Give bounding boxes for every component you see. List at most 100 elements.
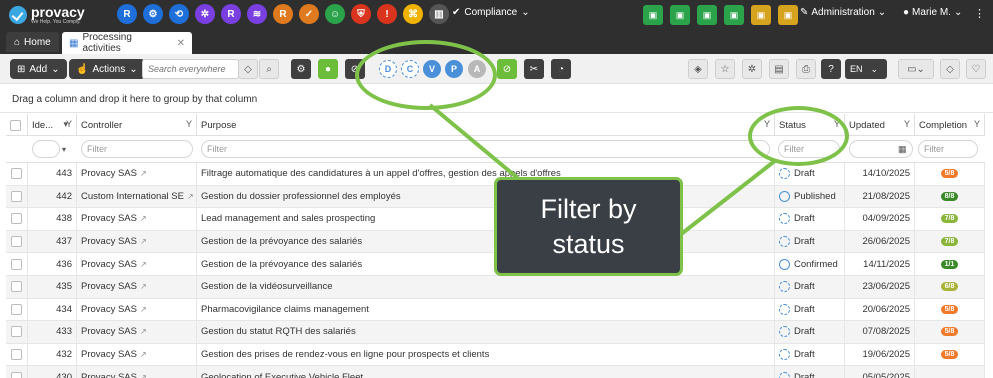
person-filter-icon[interactable]: ● [318,59,338,79]
group-drop-zone[interactable]: Drag a column and drop it here to group … [0,85,993,113]
gear-icon[interactable]: ✲ [195,4,215,24]
eraser-icon[interactable]: ◇ [940,59,960,79]
close-icon[interactable]: ✕ [177,38,185,49]
add-button[interactable]: ⊞ Add ⌄ [10,59,67,79]
tools-icon[interactable]: ▣ [778,5,798,25]
alert-icon[interactable]: ! [377,4,397,24]
status-filter-draft[interactable]: D [379,60,397,78]
block-icon[interactable]: ⊘ [497,59,517,79]
person-shield-icon[interactable]: ☺ [325,4,345,24]
share-icon[interactable]: ⟲ [169,4,189,24]
column-header-updated[interactable]: Updated Y [845,114,915,136]
status-filter-archived[interactable]: A [468,60,486,78]
columns-icon[interactable]: ▭⌄ [898,59,934,79]
cell-purpose[interactable]: Gestion de la vidéosurveillance [197,275,775,298]
registry-r2-icon[interactable]: R [221,4,241,24]
column-header-status[interactable]: Status Y [775,114,845,136]
cog-icon[interactable]: ✲ [742,59,762,79]
tab-home[interactable]: ⌂ Home [6,32,59,52]
cell-purpose[interactable]: Gestion de la prévoyance des salariés [197,230,775,253]
tab-processing-activities[interactable]: ▦ Processing activities ✕ [62,32,192,54]
table-row[interactable]: 435 Provacy SAS ↗ Gestion de la vidéosurvei… [6,275,985,299]
row-checkbox[interactable] [11,236,22,248]
status-filter-validated[interactable]: V [423,60,441,78]
column-header-completion[interactable]: Completion Y [915,114,985,136]
external-link-icon[interactable]: ↗ [140,169,147,178]
table-row[interactable]: 432 Provacy SAS ↗ Gestion des prises de ren… [6,343,985,367]
provacy-logo[interactable]: provacy We Help. You Comply. [9,5,109,25]
administration-menu[interactable]: ✎ Administration ⌄ [800,7,886,18]
file-icon[interactable]: ▤ [769,59,789,79]
id-filter-operator-icon[interactable]: ▾ [62,145,66,154]
scissors-icon[interactable]: ✂ [524,59,544,79]
language-select[interactable]: EN ⌄ [845,59,887,79]
completion-filter-input[interactable]: Filter [918,140,978,158]
user-menu[interactable]: ● Marie M. ⌄ [903,7,962,18]
cell-purpose[interactable]: Gestion du statut RQTH des salariés [197,321,775,343]
cell-purpose[interactable]: Gestion des prises de rendez-vous en lig… [197,343,775,366]
search-input[interactable] [142,59,239,79]
controller-filter-input[interactable]: Filter [81,140,193,158]
library-icon[interactable]: ▥ [429,4,449,24]
external-link-icon[interactable]: ↗ [140,214,147,223]
column-header-id[interactable]: Ide... ▾ Y [28,114,77,136]
row-checkbox[interactable] [11,326,22,338]
actions-button[interactable]: ☝ Actions ⌄ [69,59,145,79]
users-icon[interactable]: ▣ [751,5,771,25]
cell-purpose[interactable]: Lead management and sales prospecting [197,208,775,230]
building-icon[interactable]: ▣ [643,5,663,25]
table-row[interactable]: 433 Provacy SAS ↗ Gestion du statut RQTH de… [6,321,985,344]
group-icon[interactable]: ▣ [724,5,744,25]
table-row[interactable]: 434 Provacy SAS ↗ Pharmacovigilance claims … [6,298,985,322]
row-checkbox[interactable] [11,168,22,180]
cell-purpose[interactable]: Gestion du dossier professionnel des emp… [197,185,775,208]
row-checkbox[interactable] [11,349,22,361]
settings-icon[interactable]: ⚙ [291,59,311,79]
status-filter-confirmed[interactable]: C [401,60,419,78]
table-row[interactable]: 430 Provacy SAS ↗ Geolocation of Executive … [6,366,985,378]
filter-funnel-icon[interactable]: Y [186,119,192,129]
document-org-icon[interactable]: ▣ [697,5,717,25]
status-filter-input[interactable]: Filter [778,140,840,158]
cell-purpose[interactable]: Gestion de la prévoyance des salariés [197,253,775,275]
external-link-icon[interactable]: ↗ [140,327,147,336]
filter-funnel-icon[interactable]: Y [764,119,770,129]
external-link-icon[interactable]: ↗ [140,305,147,314]
calendar-icon[interactable]: ▦ [898,144,907,155]
select-all-checkbox[interactable] [10,119,21,131]
registry-r3-icon[interactable]: R [273,4,293,24]
sitemap-icon[interactable]: ⌘ [403,4,423,24]
row-checkbox[interactable] [11,281,22,293]
cell-purpose[interactable]: Filtrage automatique des candidatures à … [197,163,775,185]
external-link-icon[interactable]: ↗ [140,282,147,291]
more-icon[interactable]: ⋮ [974,7,985,20]
layers-icon[interactable]: ≋ [247,4,267,24]
external-link-icon[interactable]: ↗ [140,237,147,246]
row-checkbox[interactable] [11,190,22,202]
tag-icon[interactable]: ◈ [688,59,708,79]
external-link-icon[interactable]: ↗ [140,373,147,378]
cell-purpose[interactable]: Geolocation of Executive Vehicle Fleet [197,366,775,378]
purpose-filter-input[interactable]: Filter [201,140,770,158]
cell-purpose[interactable]: Pharmacovigilance claims management [197,298,775,321]
heart-icon[interactable]: ♡ [966,59,986,79]
org-chart-icon[interactable]: ▣ [670,5,690,25]
clear-search-icon[interactable]: ◇ [238,59,258,79]
external-link-icon[interactable]: ↗ [140,350,147,359]
id-filter-input[interactable] [32,140,60,158]
column-header-purpose[interactable]: Purpose Y [197,114,775,136]
gauge-icon[interactable]: ◔ [551,59,571,79]
shield-icon[interactable]: ⛨ [351,4,371,24]
filter-funnel-icon[interactable]: Y [974,119,980,129]
status-filter-published[interactable]: P [445,60,463,78]
external-link-icon[interactable]: ↗ [187,192,194,201]
registry-r-icon[interactable]: R [117,4,137,24]
ban-icon[interactable]: ⊘ [345,59,365,79]
star-icon[interactable]: ☆ [715,59,735,79]
print-icon[interactable]: ⎙ [796,59,816,79]
row-checkbox[interactable] [11,371,22,378]
row-checkbox[interactable] [11,303,22,315]
row-checkbox[interactable] [11,258,22,270]
row-checkbox[interactable] [11,213,22,225]
column-header-controller[interactable]: Controller Y [77,114,197,136]
